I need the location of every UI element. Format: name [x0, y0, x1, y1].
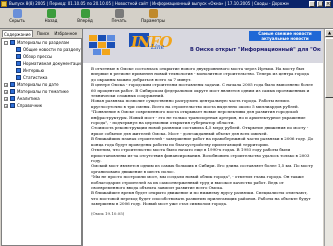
options-label: Параметры [141, 18, 165, 23]
navigation-panel: Содержание Поиск Избранное - Материалы по… [0, 29, 83, 246]
hide-label: Скрыть [9, 18, 25, 23]
vertical-scrollbar[interactable]: ▲ [324, 29, 333, 246]
hide-icon [12, 9, 22, 18]
tree-item[interactable]: Статистика [2, 74, 81, 81]
book-icon [16, 75, 21, 80]
tree-item-label: Материалы по разделам [17, 40, 69, 45]
article-paragraph: В центре Омска - городским строителям по… [91, 82, 313, 99]
panel-tabs: Содержание Поиск Избранное [2, 30, 78, 37]
book-icon [10, 103, 15, 108]
forward-button[interactable]: Вперёд [70, 9, 100, 27]
print-button[interactable]: Печать [104, 9, 134, 27]
tree-item-label: Справочник [17, 103, 43, 108]
content-pane: INFO Line Самые свежие новости актуальны… [83, 29, 323, 246]
printer-icon [114, 9, 124, 18]
maximize-button[interactable]: □ [317, 1, 323, 7]
book-icon [16, 68, 21, 73]
article-body: В отчетные в Омске состоялась открытие н… [91, 66, 315, 246]
article-paragraph: "Мы не просто построили мост, мы создали… [91, 174, 304, 190]
tree-item[interactable]: - Материалы по разделам [2, 39, 81, 46]
article-paragraph: Новая развязка позволит существенно разг… [91, 98, 299, 109]
header-banner: INFO Line Самые свежие новости актуальны… [83, 29, 323, 63]
title-bar: Выпуск 8(8) 2005 | Период: 01.10.05 по 2… [0, 0, 333, 8]
app-window: Выпуск 8(8) 2005 | Период: 01.10.05 по 2… [0, 0, 333, 246]
minimize-button[interactable]: _ [309, 1, 315, 7]
print-label: Печать [111, 18, 127, 23]
book-icon [10, 96, 15, 101]
tree-item[interactable]: + Справочник [2, 102, 81, 109]
article-paragraph: В отчетные в Омске состоялась открытие н… [91, 66, 309, 82]
close-button[interactable]: × [325, 1, 331, 7]
scroll-up-button[interactable]: ▲ [325, 29, 333, 37]
tree-item-label: Нормативная документация [23, 61, 81, 66]
tree-item-label: Статистика [23, 75, 48, 80]
app-icon [1, 1, 7, 7]
tree-item-label: Материалы по тематике [17, 89, 69, 94]
expand-icon[interactable]: + [4, 83, 8, 87]
expand-icon[interactable]: + [4, 104, 8, 108]
article-paragraph: В ближайшее время будет открыто движение… [91, 190, 311, 207]
forward-arrow-icon [80, 9, 90, 18]
window-title: Выпуск 8(8) 2005 | Период: 01.10.05 по 2… [9, 1, 289, 6]
tree-item-label: Аналитика [17, 96, 40, 101]
book-icon [16, 61, 21, 66]
forward-label: Вперёд [77, 18, 93, 23]
back-label: Назад [44, 18, 58, 23]
site-logo-sub: Line [151, 44, 165, 51]
book-icon [16, 47, 21, 52]
tree-item[interactable]: Нормативная документация [2, 60, 81, 67]
tab-contents[interactable]: Содержание [2, 30, 33, 37]
hide-button[interactable]: Скрыть [2, 9, 32, 27]
article-paragraph: Стоимость реконструкции новой развязки с… [91, 125, 309, 136]
expand-icon[interactable]: + [4, 90, 8, 94]
tree-item[interactable]: Интервью [2, 67, 81, 74]
options-button[interactable]: Параметры [138, 9, 168, 27]
article-source: (Омск 19.10.05) [91, 210, 125, 216]
article-paragraph: Отметим, что строительство моста было на… [91, 147, 310, 163]
issue-title: В Омске открыт "Информационный" для "Окн… [190, 47, 321, 53]
back-arrow-icon [46, 9, 56, 18]
tree-item-label: Общие новости по разделу [23, 47, 81, 52]
book-icon [10, 89, 15, 94]
book-icon [16, 54, 21, 59]
tree-item-label: Материалы по дате [17, 82, 59, 87]
tab-search[interactable]: Поиск [36, 30, 51, 37]
tree-item-label: Интервью [23, 68, 45, 73]
article-paragraph: "Появление в Омске современного моста от… [91, 109, 306, 126]
tab-favorites[interactable]: Избранное [53, 30, 78, 37]
book-icon [10, 40, 15, 45]
tree-item[interactable]: Общие новости по разделу [2, 46, 81, 53]
news-badge: Самые свежие новости актуальные новости … [249, 31, 321, 41]
book-icon [10, 82, 15, 87]
tree-item[interactable]: + Материалы по тематике [2, 88, 81, 95]
logo-tiles [89, 35, 123, 57]
options-icon [148, 9, 158, 18]
tree-item[interactable]: + Материалы по дате [2, 81, 81, 88]
collapse-icon[interactable]: - [4, 41, 8, 45]
tree-item-label: Обзор прессы [23, 54, 53, 59]
tree-item[interactable]: Обзор прессы [2, 53, 81, 60]
scroll-thumb[interactable] [325, 38, 333, 98]
toolbar: Скрыть Назад Вперёд Печать Параметры [0, 8, 333, 29]
article-paragraph: В ближайших планах строителей - завершен… [91, 136, 314, 147]
article-paragraph: Омский мост является одним из самых боль… [91, 163, 314, 174]
expand-icon[interactable]: + [4, 97, 8, 101]
tree-item[interactable]: + Аналитика [2, 95, 81, 102]
contents-tree: - Материалы по разделам Общие новости по р… [1, 38, 82, 246]
back-button[interactable]: Назад [36, 9, 66, 27]
